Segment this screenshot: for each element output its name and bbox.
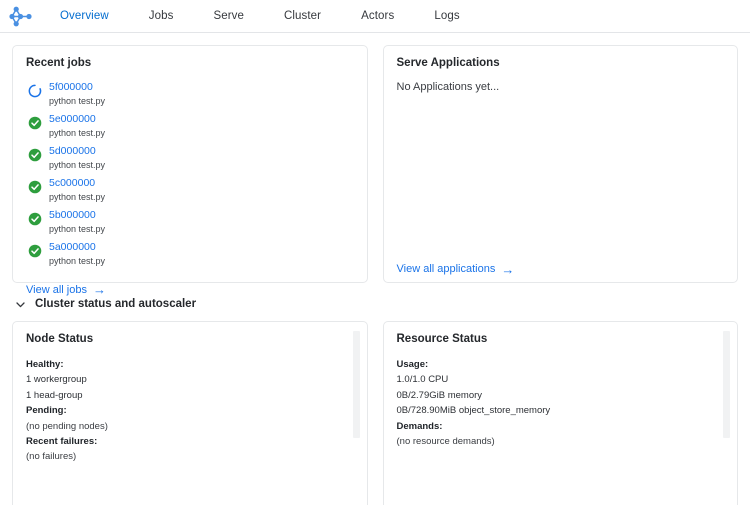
- resource-status-scrollbar-thumb[interactable]: [723, 331, 730, 438]
- nav-item-logs[interactable]: Logs: [414, 10, 479, 22]
- job-list-item[interactable]: 5f000000 python test.py: [26, 81, 354, 109]
- job-entrypoint: python test.py: [49, 160, 106, 171]
- recent-jobs-card: Recent jobs 5f000000 python test.py 5e00…: [12, 45, 368, 296]
- resource-status-title: Resource Status: [396, 333, 488, 345]
- nav-items: Overview Jobs Serve Cluster Actors Logs: [40, 10, 480, 22]
- serve-applications-title: Serve Applications: [396, 57, 500, 69]
- nav-item-actors[interactable]: Actors: [341, 10, 414, 22]
- node-status-healthy-label: Healthy:: [26, 359, 64, 370]
- resource-status-usage-line: 1.0/1.0 CPU: [396, 374, 449, 386]
- resource-status-demands-label: Demands:: [396, 420, 443, 432]
- node-status-scrollbar[interactable]: [352, 331, 360, 503]
- job-entrypoint: python test.py: [49, 192, 106, 203]
- node-status-title: Node Status: [26, 333, 94, 345]
- job-text: 5a000000 python test.py: [49, 241, 105, 267]
- job-list-item[interactable]: 5c000000 python test.py: [26, 177, 354, 205]
- job-text: 5c000000 python test.py: [49, 177, 105, 203]
- resource-status-usage-line: 0B/728.90MiB object_store_memory: [396, 405, 551, 417]
- check-circle-icon: [26, 242, 44, 260]
- node-status-failures-line: (no failures): [26, 451, 77, 463]
- job-id-link[interactable]: 5b000000: [49, 209, 105, 222]
- nav-item-cluster[interactable]: Cluster: [264, 10, 341, 22]
- node-status-scrollbar-thumb[interactable]: [352, 331, 360, 438]
- nav-item-overview[interactable]: Overview: [40, 10, 129, 22]
- view-all-applications-label: View all applications: [396, 263, 496, 275]
- job-text: 5f000000 python test.py: [49, 81, 105, 107]
- resource-status-card: Resource Status Usage: 1.0/1.0 CPU 0B/2.…: [382, 321, 738, 505]
- job-entrypoint: python test.py: [49, 224, 106, 235]
- job-id-link[interactable]: 5f000000: [49, 81, 105, 94]
- node-status-failures-label: Recent failures:: [26, 435, 98, 447]
- cluster-status-section-label: Cluster status and autoscaler: [35, 298, 197, 310]
- top-navigation-bar: Overview Jobs Serve Cluster Actors Logs: [0, 0, 750, 33]
- serve-empty-message: No Applications yet...: [396, 81, 500, 93]
- nav-item-serve[interactable]: Serve: [193, 10, 264, 22]
- node-status-healthy-line: 1 workergroup: [26, 374, 87, 386]
- resource-status-body: Usage: 1.0/1.0 CPU 0B/2.79GiB memory 0B/…: [397, 357, 725, 449]
- ray-logo-icon[interactable]: [6, 3, 34, 29]
- node-status-pending-line: (no pending nodes): [26, 420, 108, 432]
- recent-jobs-title: Recent jobs: [26, 57, 92, 69]
- check-circle-icon: [26, 114, 44, 132]
- job-list-item[interactable]: 5a000000 python test.py: [26, 241, 354, 269]
- overview-top-row: Recent jobs 5f000000 python test.py 5e00…: [12, 45, 738, 296]
- job-entrypoint: python test.py: [49, 96, 106, 107]
- resource-status-scrollbar[interactable]: [723, 331, 730, 503]
- node-status-pending-label: Pending:: [26, 405, 67, 417]
- job-list-item[interactable]: 5d000000 python test.py: [26, 145, 354, 173]
- arrow-right-icon: →: [501, 261, 515, 277]
- job-entrypoint: python test.py: [49, 128, 106, 139]
- job-id-link[interactable]: 5e000000: [49, 113, 105, 126]
- job-list-item[interactable]: 5e000000 python test.py: [26, 113, 354, 141]
- cluster-status-section-toggle[interactable]: Cluster status and autoscaler: [15, 298, 196, 310]
- resource-status-usage-label: Usage:: [396, 359, 429, 370]
- page-content: Recent jobs 5f000000 python test.py 5e00…: [0, 33, 750, 505]
- view-all-jobs-link[interactable]: View all jobs →: [26, 283, 106, 296]
- job-entrypoint: python test.py: [49, 256, 106, 267]
- serve-body: No Applications yet... View all applicat…: [397, 81, 725, 277]
- job-id-link[interactable]: 5c000000: [49, 177, 105, 190]
- node-status-body: Healthy: 1 workergroup 1 head-group Pend…: [26, 357, 354, 465]
- nav-item-jobs[interactable]: Jobs: [129, 10, 194, 22]
- arrow-right-icon: →: [92, 282, 106, 297]
- serve-link-wrap: View all applications →: [397, 253, 515, 278]
- cluster-status-row: Node Status Healthy: 1 workergroup 1 hea…: [12, 321, 738, 505]
- node-status-healthy-line: 1 head-group: [26, 389, 83, 401]
- job-id-link[interactable]: 5a000000: [49, 241, 105, 254]
- check-circle-icon: [26, 146, 44, 164]
- job-text: 5b000000 python test.py: [49, 209, 105, 235]
- spinner-icon: [26, 82, 44, 100]
- job-list-item[interactable]: 5b000000 python test.py: [26, 209, 354, 237]
- job-text: 5e000000 python test.py: [49, 113, 105, 139]
- job-id-link[interactable]: 5d000000: [49, 145, 105, 158]
- chevron-down-icon: [15, 299, 26, 310]
- serve-applications-card: Serve Applications No Applications yet..…: [382, 45, 738, 283]
- resource-status-usage-line: 0B/2.79GiB memory: [396, 389, 483, 401]
- check-circle-icon: [26, 210, 44, 228]
- job-text: 5d000000 python test.py: [49, 145, 105, 171]
- check-circle-icon: [26, 178, 44, 196]
- node-status-card: Node Status Healthy: 1 workergroup 1 hea…: [12, 321, 368, 505]
- resource-status-demands-line: (no resource demands): [396, 435, 495, 447]
- view-all-applications-link[interactable]: View all applications →: [397, 263, 515, 276]
- view-all-jobs-label: View all jobs: [26, 283, 87, 296]
